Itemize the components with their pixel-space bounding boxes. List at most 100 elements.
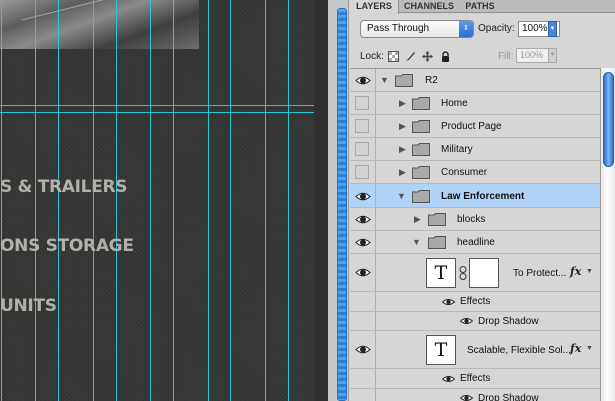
- fx-expand-triangle-icon[interactable]: ▼: [586, 268, 593, 275]
- lock-label: Lock:: [360, 51, 384, 62]
- layers-list: ▼ R2 ▶ Home ▶ Product Page ▶ Military ▶ …: [350, 68, 600, 401]
- layer-name: headline: [457, 237, 495, 248]
- expand-triangle-icon[interactable]: ▶: [399, 167, 406, 178]
- guide-vertical[interactable]: [208, 0, 209, 401]
- visibility-toggle-off[interactable]: [355, 96, 369, 110]
- folder-icon: [412, 166, 430, 179]
- expand-triangle-icon[interactable]: ▶: [399, 121, 406, 132]
- layer-name: Scalable, Flexible Sol...: [467, 345, 571, 356]
- folder-icon: [412, 97, 430, 110]
- tab-channels[interactable]: CHANNELS: [400, 0, 458, 13]
- column-separator: [375, 331, 376, 368]
- expand-triangle-icon[interactable]: ▶: [414, 214, 421, 225]
- layer-row[interactable]: ▼ R2: [350, 69, 600, 92]
- column-separator: [375, 312, 376, 330]
- guide-horizontal[interactable]: [0, 112, 314, 113]
- guide-vertical[interactable]: [58, 0, 59, 401]
- scrollbar-thumb[interactable]: [603, 72, 614, 167]
- fx-icon[interactable]: fx: [570, 265, 581, 278]
- collapse-triangle-icon[interactable]: ▼: [412, 237, 421, 247]
- layer-row[interactable]: ▼ headline: [350, 231, 600, 254]
- layer-row[interactable]: ▶ Military: [350, 138, 600, 161]
- guide-vertical[interactable]: [173, 0, 174, 401]
- layer-effects-row[interactable]: Effects: [350, 369, 600, 389]
- column-separator: [375, 369, 376, 388]
- visibility-eye-icon[interactable]: [355, 265, 371, 280]
- visibility-toggle-off[interactable]: [355, 165, 369, 179]
- guide-vertical[interactable]: [288, 0, 289, 401]
- layer-effects-row[interactable]: Effects: [350, 292, 600, 312]
- effects-visibility-eye-icon[interactable]: [442, 297, 455, 307]
- guide-vertical[interactable]: [116, 0, 117, 401]
- panel-dock-handle[interactable]: [337, 8, 347, 401]
- visibility-eye-icon[interactable]: [355, 212, 371, 227]
- guide-horizontal[interactable]: [0, 105, 314, 106]
- column-separator: [375, 184, 376, 207]
- document-canvas[interactable]: S & TRAILERS ONS STORAGE UNITS: [0, 0, 314, 401]
- mask-link-chain-icon[interactable]: [459, 266, 467, 280]
- fill-input[interactable]: 100%: [516, 48, 550, 63]
- guide-vertical[interactable]: [150, 0, 151, 401]
- expand-triangle-icon[interactable]: ▶: [399, 98, 406, 109]
- visibility-eye-icon[interactable]: [355, 73, 371, 88]
- layer-row-text[interactable]: T To Protect... fx ▼: [350, 254, 600, 292]
- layer-name: To Protect...: [513, 268, 567, 279]
- visibility-eye-icon[interactable]: [355, 189, 371, 204]
- canvas-text-trailers: S & TRAILERS: [0, 177, 128, 197]
- collapse-triangle-icon[interactable]: ▼: [380, 75, 389, 85]
- folder-icon: [428, 236, 446, 249]
- guide-vertical[interactable]: [265, 0, 266, 401]
- effect-name: Drop Shadow: [478, 316, 539, 327]
- effects-label: Effects: [460, 373, 491, 384]
- layer-row-selected[interactable]: ▼ Law Enforcement: [350, 184, 600, 208]
- visibility-toggle-off[interactable]: [355, 119, 369, 133]
- visibility-toggle-off[interactable]: [355, 142, 369, 156]
- column-separator: [375, 231, 376, 253]
- text-layer-thumbnail-icon: T: [426, 258, 456, 288]
- effect-visibility-eye-icon[interactable]: [460, 393, 473, 401]
- layer-name: Law Enforcement: [441, 191, 525, 202]
- visibility-eye-icon[interactable]: [355, 235, 371, 250]
- visibility-eye-icon[interactable]: [355, 342, 371, 357]
- lock-position-move-icon[interactable]: [422, 51, 433, 62]
- layer-name: Home: [441, 98, 468, 109]
- text-layer-thumbnail-icon: T: [426, 335, 456, 365]
- opacity-dropdown-button[interactable]: ▼: [548, 21, 557, 37]
- blend-mode-select[interactable]: Pass Through ⇕: [360, 20, 474, 38]
- layer-row[interactable]: ▶ Product Page: [350, 115, 600, 138]
- fx-icon[interactable]: fx: [570, 342, 581, 355]
- layer-row-text[interactable]: T Scalable, Flexible Sol... fx ▼: [350, 331, 600, 369]
- expand-triangle-icon[interactable]: ▶: [399, 144, 406, 155]
- fx-expand-triangle-icon[interactable]: ▼: [586, 345, 593, 352]
- layer-name: Product Page: [441, 121, 502, 132]
- column-separator: [375, 138, 376, 160]
- tab-paths[interactable]: PATHS: [460, 0, 500, 13]
- guide-vertical[interactable]: [35, 0, 36, 401]
- layer-name: Consumer: [441, 167, 488, 178]
- layer-effect-row[interactable]: Drop Shadow: [350, 312, 600, 331]
- guide-vertical[interactable]: [230, 0, 231, 401]
- collapse-triangle-icon[interactable]: ▼: [397, 191, 406, 201]
- column-separator: [375, 254, 376, 291]
- lock-pixels-brush-icon[interactable]: [405, 51, 416, 62]
- guide-vertical[interactable]: [93, 0, 94, 401]
- column-separator: [375, 92, 376, 114]
- fill-dropdown-button[interactable]: ▼: [548, 48, 557, 63]
- layer-mask-thumbnail[interactable]: [469, 258, 499, 288]
- layer-row[interactable]: ▶ blocks: [350, 208, 600, 231]
- layers-scrollbar[interactable]: [600, 68, 615, 401]
- folder-icon: [428, 213, 446, 226]
- layer-name: blocks: [457, 214, 486, 225]
- layer-row[interactable]: ▶ Home: [350, 92, 600, 115]
- effects-visibility-eye-icon[interactable]: [442, 374, 455, 384]
- effect-visibility-eye-icon[interactable]: [460, 316, 473, 326]
- tab-layers[interactable]: LAYERS: [350, 0, 399, 14]
- lock-transparency-icon[interactable]: [388, 51, 399, 62]
- lock-all-padlock-icon[interactable]: [440, 51, 451, 62]
- chevron-updown-icon: ⇕: [459, 21, 473, 37]
- lock-row: Lock: Fill:: [350, 42, 615, 70]
- guide-vertical[interactable]: [1, 0, 2, 401]
- column-separator: [375, 208, 376, 230]
- layer-effect-row[interactable]: Drop Shadow: [350, 389, 600, 401]
- layer-row[interactable]: ▶ Consumer: [350, 161, 600, 184]
